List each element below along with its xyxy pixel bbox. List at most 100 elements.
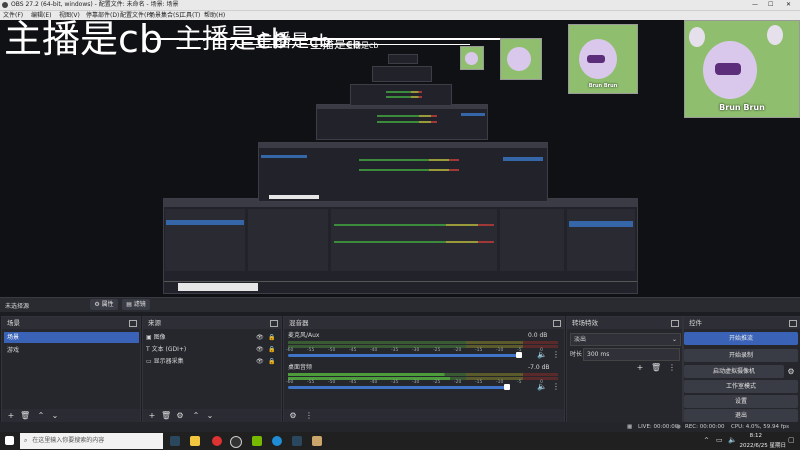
source-item[interactable]: T 文本 (GDI+) 👁 🔒 bbox=[146, 344, 276, 355]
source-item[interactable]: ▣ 图像 👁 🔒 bbox=[146, 332, 276, 343]
volume-slider-handle[interactable] bbox=[516, 352, 522, 358]
meter-tick: -35 bbox=[391, 348, 399, 353]
overlay-line bbox=[230, 44, 470, 45]
lock-icon[interactable]: 🔒 bbox=[268, 356, 275, 367]
steam-icon[interactable] bbox=[170, 436, 180, 446]
more-options-icon[interactable]: ⋮ bbox=[667, 363, 677, 373]
taskbar-clock-time: 8:12 bbox=[749, 433, 762, 439]
sources-dock: 来源 ▣ 图像 👁 🔒 T 文本 (GDI+) 👁 🔒 ▭ 显示器采集 👁 🔒 … bbox=[142, 316, 282, 424]
network-tray-icon[interactable]: ▭ bbox=[716, 436, 723, 444]
filters-button[interactable]: ▤ 滤镜 bbox=[122, 299, 150, 310]
windows-start-icon[interactable] bbox=[5, 436, 14, 445]
steam-icon[interactable] bbox=[292, 436, 302, 446]
arrow-up-icon[interactable]: ⌃ bbox=[191, 411, 201, 421]
meter-tick: -60 bbox=[286, 380, 294, 385]
sources-toolbar: + 🗑 ⚙ ⌃ ⌄ bbox=[143, 409, 281, 423]
volume-slider-handle[interactable] bbox=[504, 384, 510, 390]
nested-obs-window-3 bbox=[316, 104, 488, 140]
settings-button[interactable]: 设置 bbox=[684, 395, 798, 408]
scene-transitions-dock: 转场特效 淡出 ⌄ 时长 300 ms + 🗑 ⋮ bbox=[566, 316, 683, 424]
eye-icon[interactable]: 👁 bbox=[256, 332, 264, 343]
speaker-icon[interactable]: 🔈 bbox=[537, 382, 547, 392]
more-options-icon[interactable]: ⋮ bbox=[304, 411, 314, 421]
sources-dock-title: 来源 bbox=[143, 317, 281, 329]
record-icon: ● bbox=[676, 424, 681, 430]
meter-tick: -25 bbox=[433, 348, 441, 353]
mixer-channel-name: 麦克风/Aux bbox=[288, 332, 320, 339]
more-options-icon[interactable]: ⋮ bbox=[551, 382, 561, 392]
arrow-down-icon[interactable]: ⌄ bbox=[50, 411, 60, 421]
network-icon: ▦ bbox=[627, 424, 633, 430]
app-icon[interactable] bbox=[312, 436, 322, 446]
gear-icon[interactable]: ⚙ bbox=[288, 411, 298, 421]
studio-mode-button[interactable]: 工作室模式 bbox=[684, 380, 798, 393]
obs-icon[interactable] bbox=[230, 436, 242, 448]
transitions-dock-title: 转场特效 bbox=[567, 317, 682, 329]
add-icon[interactable]: + bbox=[6, 411, 16, 421]
close-button[interactable]: ✕ bbox=[786, 0, 791, 10]
meter-tick: -10 bbox=[496, 380, 504, 385]
more-options-icon[interactable]: ⋮ bbox=[551, 350, 561, 360]
eye-icon[interactable]: 👁 bbox=[256, 356, 264, 367]
arrow-up-icon[interactable]: ⌃ bbox=[36, 411, 46, 421]
properties-button[interactable]: ⚙ 属性 bbox=[90, 299, 118, 310]
mascot-image-medium: Brun Brun bbox=[568, 24, 638, 94]
exit-button[interactable]: 退出 bbox=[684, 409, 798, 422]
edge-icon[interactable] bbox=[272, 436, 282, 446]
meter-tick: -35 bbox=[391, 380, 399, 385]
speaker-icon[interactable]: 🔈 bbox=[537, 350, 547, 360]
cpu-fps-readout: CPU: 4.0%, 59.94 fps bbox=[731, 424, 790, 430]
window-title: OBS 27.2 (64-bit, windows) - 配置文件: 未命名 -… bbox=[11, 1, 179, 8]
duration-input[interactable]: 300 ms bbox=[583, 348, 680, 361]
add-icon[interactable]: + bbox=[635, 363, 645, 373]
mixer-channel-name: 桌面音频 bbox=[288, 364, 313, 371]
arrow-down-icon[interactable]: ⌄ bbox=[205, 411, 215, 421]
gear-icon[interactable]: ⚙ bbox=[786, 367, 796, 377]
start-streaming-button[interactable]: 开始推流 bbox=[684, 332, 798, 345]
eye-icon[interactable]: 👁 bbox=[256, 344, 264, 355]
overlay-line bbox=[150, 38, 500, 40]
lock-icon[interactable]: 🔒 bbox=[268, 332, 275, 343]
start-recording-button[interactable]: 开始录制 bbox=[684, 349, 798, 362]
undock-icon[interactable] bbox=[789, 320, 797, 327]
lock-icon[interactable]: 🔒 bbox=[268, 344, 275, 355]
nested-obs-window-2 bbox=[258, 142, 548, 202]
maximize-button[interactable]: ☐ bbox=[768, 0, 773, 10]
transition-select[interactable]: 淡出 ⌄ bbox=[570, 333, 681, 346]
nvidia-icon[interactable] bbox=[252, 436, 262, 446]
volume-slider[interactable] bbox=[288, 386, 508, 389]
scene-item[interactable]: 场景 bbox=[4, 332, 139, 343]
undock-icon[interactable] bbox=[129, 320, 137, 327]
gear-icon[interactable]: ⚙ bbox=[175, 411, 185, 421]
scene-item[interactable]: 游戏 bbox=[4, 345, 139, 356]
gear-icon: ⚙ bbox=[94, 301, 100, 308]
image-icon: ▣ bbox=[146, 334, 152, 341]
meter-tick: -10 bbox=[496, 348, 504, 353]
no-source-selected-label: 未选择源 bbox=[5, 303, 30, 310]
volume-slider[interactable] bbox=[288, 354, 520, 357]
netease-music-icon[interactable] bbox=[212, 436, 222, 446]
notification-icon[interactable]: ▢ bbox=[788, 436, 795, 444]
undock-icon[interactable] bbox=[553, 320, 561, 327]
meter-tick: -50 bbox=[328, 348, 336, 353]
mixer-channel-db: 0.0 dB bbox=[528, 332, 548, 339]
nested-obs-window bbox=[163, 198, 638, 294]
meter-tick: -45 bbox=[349, 380, 357, 385]
trash-icon[interactable]: 🗑 bbox=[161, 411, 171, 421]
minimize-button[interactable]: — bbox=[752, 0, 758, 10]
undock-icon[interactable] bbox=[270, 320, 278, 327]
preview-canvas[interactable]: 主播是cb 主播是cb 主播是cb 主播是cb 主播是cb Brun Brun … bbox=[0, 20, 800, 297]
add-icon[interactable]: + bbox=[147, 411, 157, 421]
trash-icon[interactable]: 🗑 bbox=[20, 411, 30, 421]
undock-icon[interactable] bbox=[671, 320, 679, 327]
mascot-caption-small: Brun Brun bbox=[588, 83, 618, 89]
source-item[interactable]: ▭ 显示器采集 👁 🔒 bbox=[146, 356, 276, 367]
tray-arrow-icon[interactable]: ^ bbox=[704, 437, 709, 444]
file-explorer-icon[interactable] bbox=[190, 436, 200, 446]
meter-tick: -40 bbox=[370, 380, 378, 385]
start-virtual-camera-button[interactable]: 启动虚拟摄像机 bbox=[684, 365, 784, 378]
taskbar-search-input[interactable]: ⌕ 在这里输入你要搜索的内容 bbox=[20, 433, 163, 449]
trash-icon[interactable]: 🗑 bbox=[651, 363, 661, 373]
meter-tick: -20 bbox=[454, 348, 462, 353]
mixer-toolbar: ⚙ ⋮ bbox=[284, 409, 564, 423]
